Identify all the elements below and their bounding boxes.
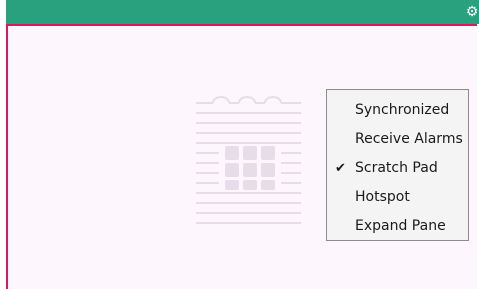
app-window: ⚙ Synchronized Receive Alarms ✔ Scratch … [6, 0, 479, 289]
gear-icon[interactable]: ⚙ [465, 5, 479, 19]
menu-item-scratch-pad[interactable]: ✔ Scratch Pad [327, 154, 468, 183]
title-bar: ⚙ [6, 0, 479, 24]
menu-item-label: Expand Pane [355, 218, 446, 234]
menu-item-label: Receive Alarms [355, 131, 463, 147]
menu-item-label: Synchronized [355, 102, 450, 118]
menu-item-label: Scratch Pad [355, 160, 438, 176]
menu-item-hotspot[interactable]: Hotspot [327, 183, 468, 212]
menu-item-receive-alarms[interactable]: Receive Alarms [327, 125, 468, 154]
menu-item-synchronized[interactable]: Synchronized [327, 96, 468, 125]
menu-item-expand-pane[interactable]: Expand Pane [327, 212, 468, 241]
checkmark-icon: ✔ [335, 161, 346, 176]
notepad-icon [196, 96, 301, 224]
context-menu: Synchronized Receive Alarms ✔ Scratch Pa… [326, 89, 469, 241]
menu-item-label: Hotspot [355, 189, 410, 205]
